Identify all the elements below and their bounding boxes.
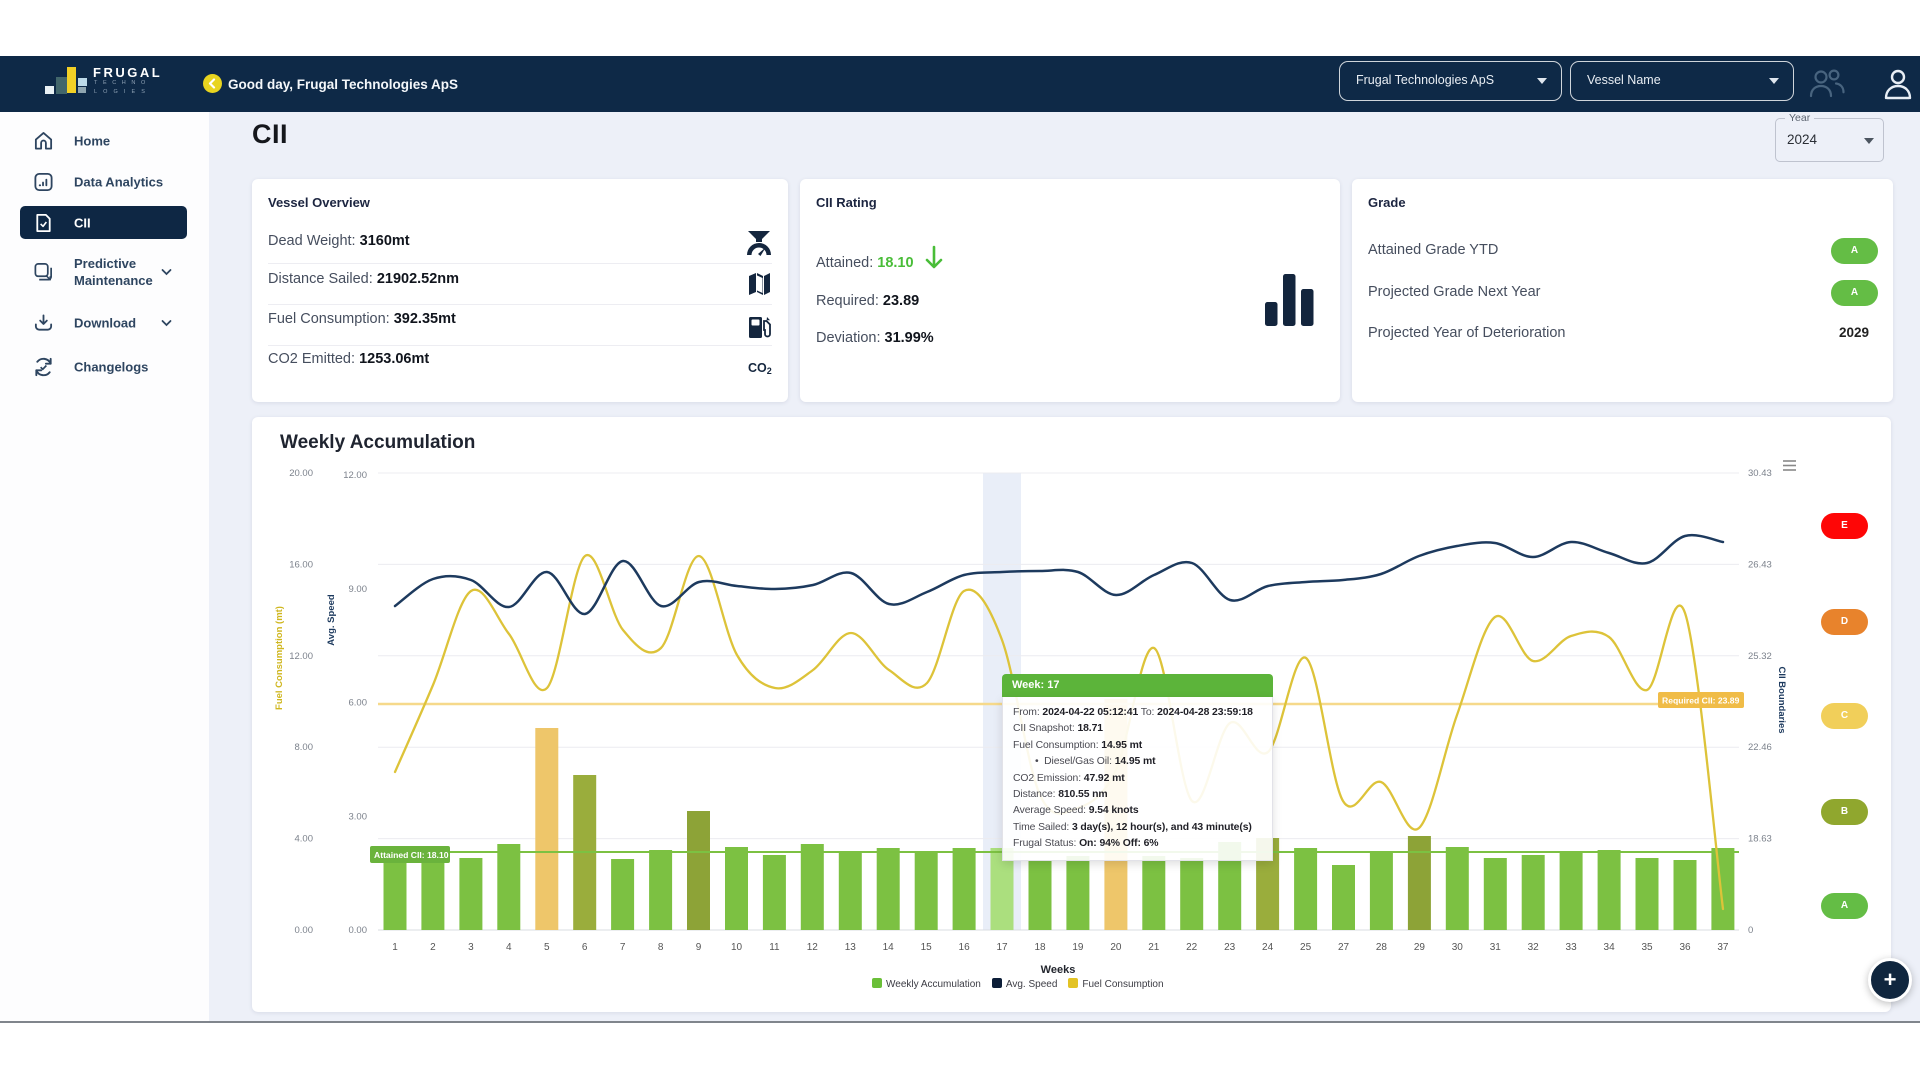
svg-text:35: 35 [1641, 942, 1653, 953]
svg-text:6.00: 6.00 [349, 698, 368, 709]
svg-text:33: 33 [1566, 942, 1578, 953]
svg-text:9: 9 [696, 942, 702, 953]
svg-text:4.00: 4.00 [295, 834, 314, 845]
svg-text:0.00: 0.00 [295, 925, 314, 936]
svg-text:30.43: 30.43 [1748, 468, 1772, 479]
svg-text:19: 19 [1072, 942, 1084, 953]
svg-text:22: 22 [1186, 942, 1198, 953]
svg-text:4: 4 [506, 942, 512, 953]
svg-text:36: 36 [1679, 942, 1691, 953]
svg-text:2: 2 [430, 942, 436, 953]
svg-text:17: 17 [996, 942, 1008, 953]
svg-text:31: 31 [1490, 942, 1502, 953]
svg-text:30: 30 [1452, 942, 1464, 953]
svg-text:8.00: 8.00 [295, 742, 314, 753]
svg-text:5: 5 [544, 942, 550, 953]
svg-text:24: 24 [1262, 942, 1274, 953]
svg-text:0: 0 [1748, 925, 1753, 936]
svg-text:10: 10 [731, 942, 743, 953]
svg-text:28: 28 [1376, 942, 1388, 953]
svg-text:37: 37 [1717, 942, 1729, 953]
svg-text:16.00: 16.00 [289, 559, 313, 570]
svg-text:0.00: 0.00 [349, 925, 368, 936]
svg-text:Required CII: 23.89: Required CII: 23.89 [1662, 696, 1740, 706]
svg-text:Fuel Consumption (mt): Fuel Consumption (mt) [274, 606, 285, 710]
svg-text:8: 8 [658, 942, 664, 953]
svg-text:22.46: 22.46 [1748, 742, 1772, 753]
svg-text:7: 7 [620, 942, 626, 953]
svg-text:29: 29 [1414, 942, 1426, 953]
svg-text:Weeks: Weeks [1041, 964, 1076, 976]
svg-text:21: 21 [1148, 942, 1160, 953]
svg-text:26.43: 26.43 [1748, 559, 1772, 570]
svg-text:23: 23 [1224, 942, 1236, 953]
svg-text:11: 11 [769, 942, 780, 953]
svg-text:12.00: 12.00 [289, 651, 313, 662]
svg-text:3.00: 3.00 [349, 811, 368, 822]
svg-text:18.63: 18.63 [1748, 834, 1772, 845]
svg-text:18: 18 [1034, 942, 1046, 953]
svg-text:1: 1 [392, 942, 398, 953]
svg-text:34: 34 [1604, 942, 1616, 953]
svg-text:14: 14 [883, 942, 895, 953]
svg-text:13: 13 [845, 942, 857, 953]
svg-text:CII Boundaries: CII Boundaries [1776, 666, 1787, 733]
svg-text:32: 32 [1528, 942, 1540, 953]
svg-text:20.00: 20.00 [289, 468, 313, 479]
svg-text:15: 15 [921, 942, 933, 953]
svg-text:25: 25 [1300, 942, 1312, 953]
svg-text:Attained CII: 18.10: Attained CII: 18.10 [374, 850, 449, 860]
svg-text:6: 6 [582, 942, 588, 953]
svg-text:3: 3 [468, 942, 474, 953]
svg-text:12.00: 12.00 [343, 470, 367, 481]
svg-text:27: 27 [1338, 942, 1350, 953]
svg-text:12: 12 [807, 942, 819, 953]
svg-text:16: 16 [959, 942, 971, 953]
svg-text:20: 20 [1110, 942, 1122, 953]
svg-text:Avg. Speed: Avg. Speed [326, 594, 337, 646]
svg-text:25.32: 25.32 [1748, 651, 1772, 662]
svg-text:9.00: 9.00 [349, 584, 368, 595]
